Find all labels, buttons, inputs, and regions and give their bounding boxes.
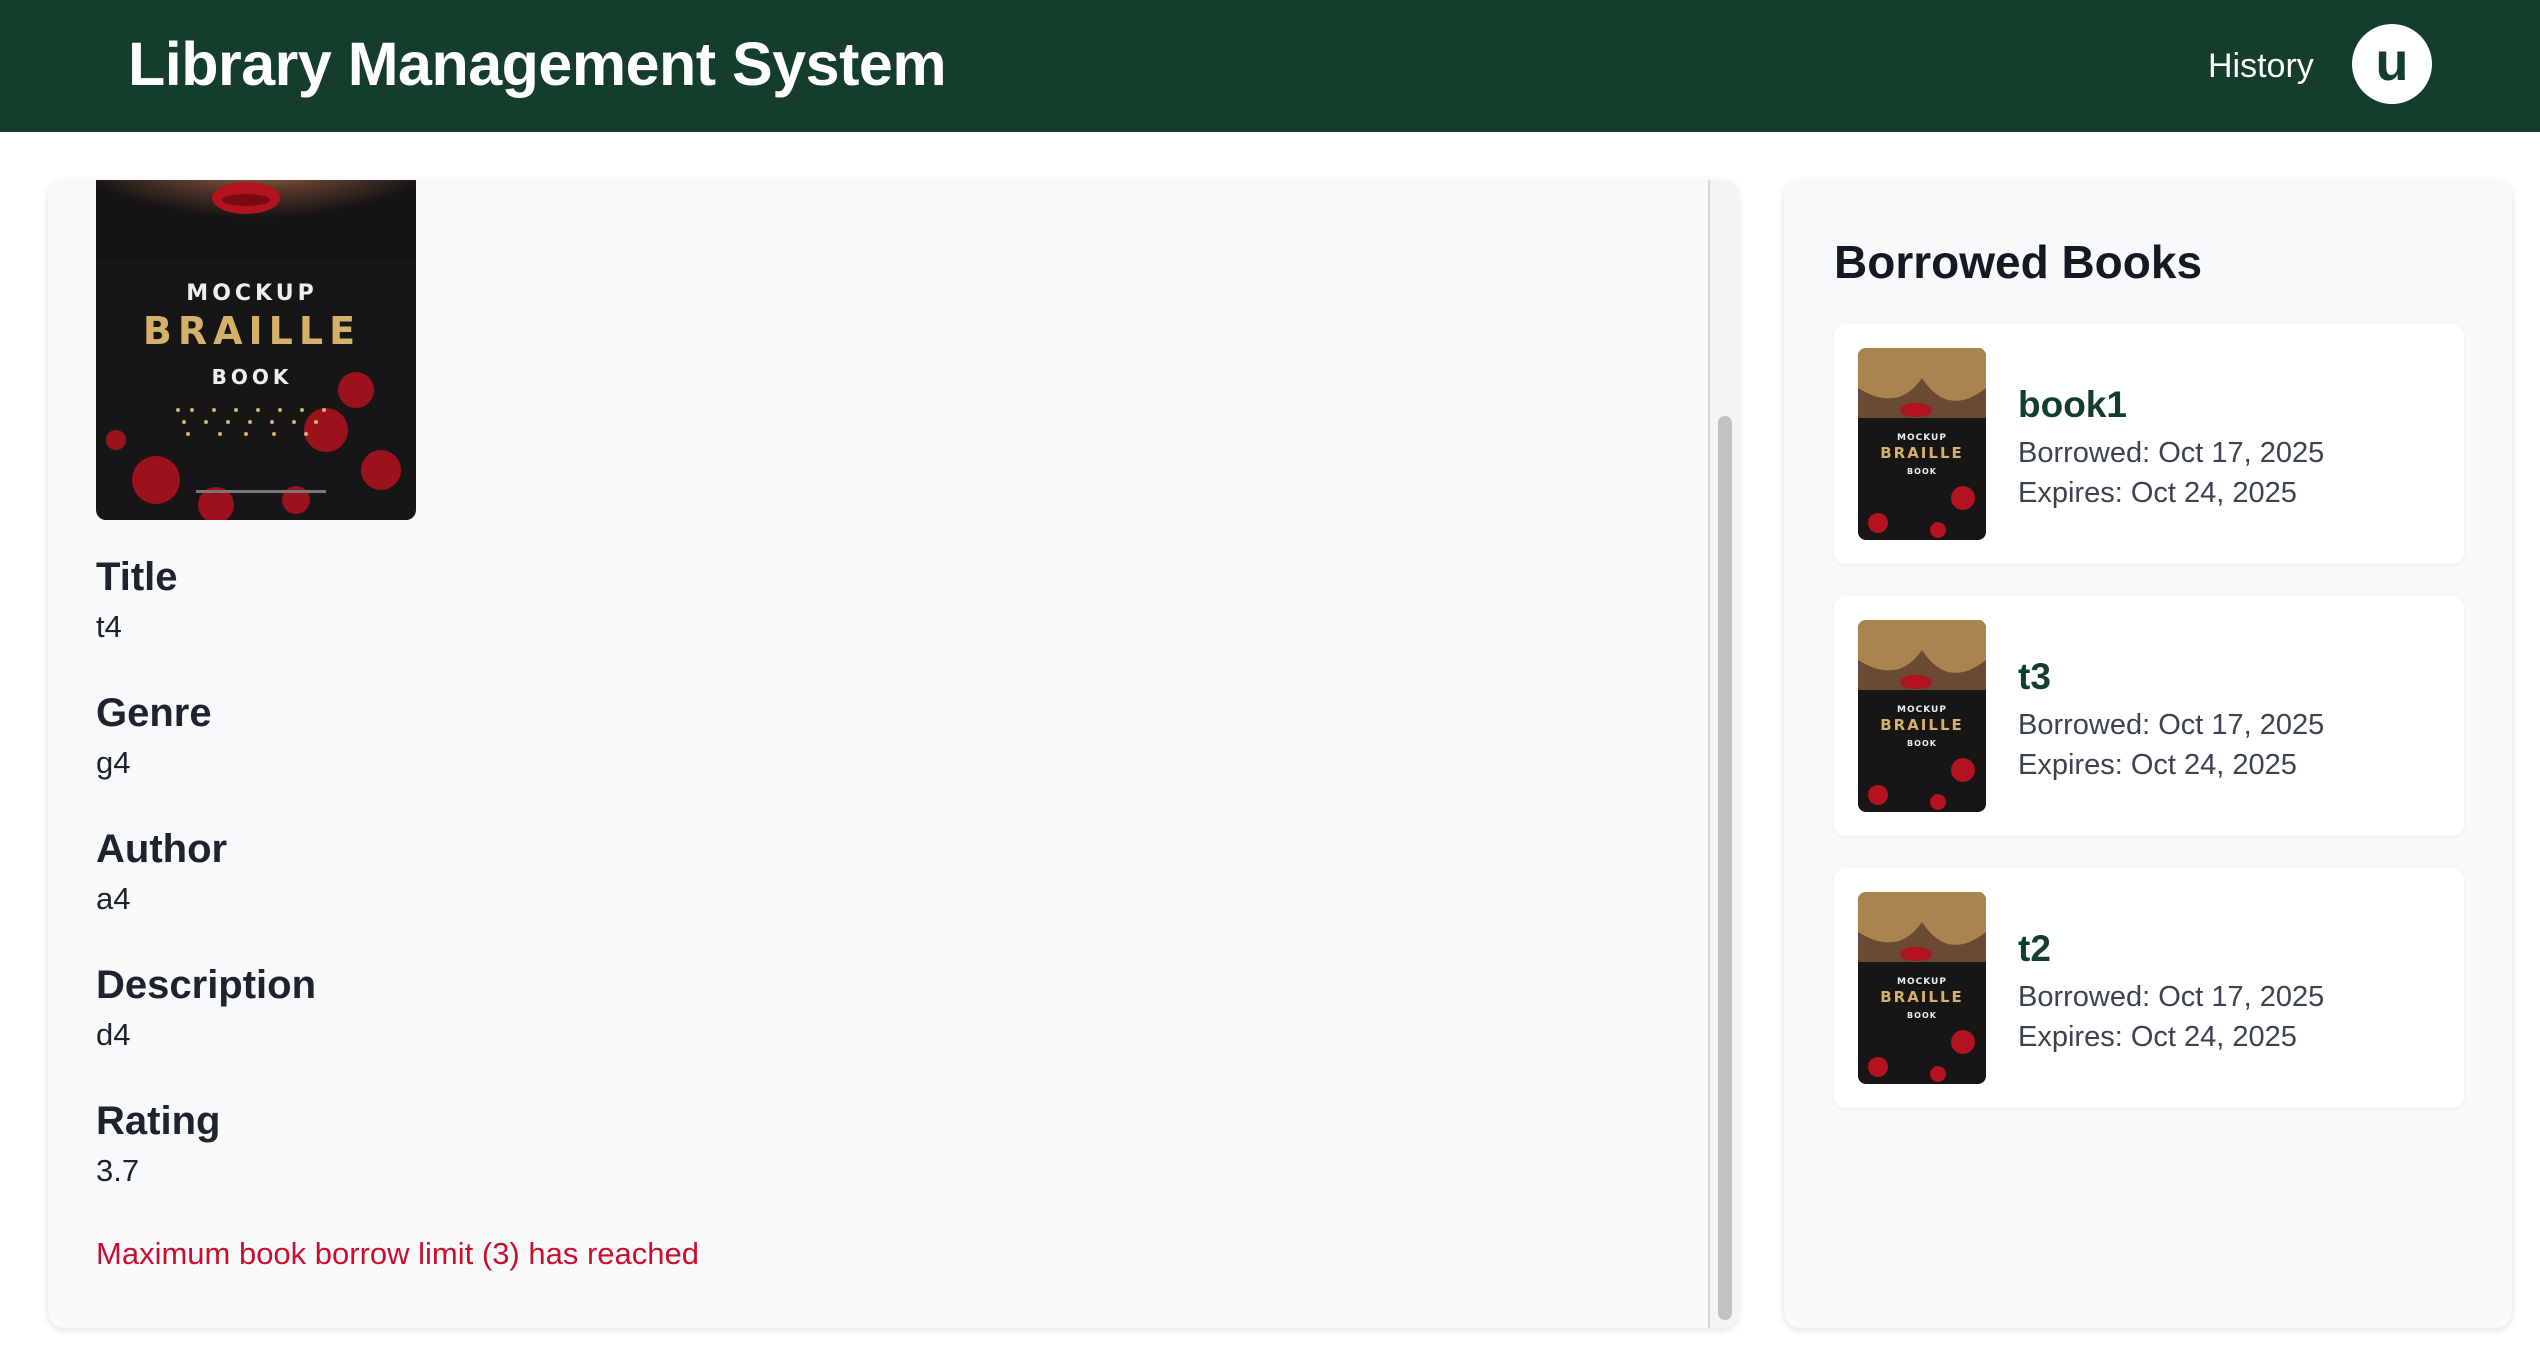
field-author: Author a4 xyxy=(96,824,227,920)
field-value: d4 xyxy=(96,1017,131,1052)
field-value: t4 xyxy=(96,609,122,644)
field-rating: Rating 3.7 xyxy=(96,1096,220,1192)
book-thumbnail: MOCKUP BRAILLE BOOK xyxy=(1858,348,1986,540)
user-avatar[interactable]: u xyxy=(2352,24,2432,104)
scrollbar-thumb[interactable] xyxy=(1718,416,1732,1320)
app-title: Library Management System xyxy=(128,30,947,98)
field-label: Genre xyxy=(96,691,212,735)
borrowed-book-title[interactable]: book1 xyxy=(2018,382,2127,428)
borrowed-book-title[interactable]: t3 xyxy=(2018,654,2051,700)
field-label: Author xyxy=(96,827,228,871)
book-detail-panel: MOCKUP BRAILLE BOOK Title t4 Genre g4 Au… xyxy=(48,180,1738,1328)
thumb-line1: MOCKUP xyxy=(1897,433,1947,443)
thumb-line2: BRAILLE xyxy=(1880,988,1964,1006)
thumb-line3: BOOK xyxy=(1907,1011,1937,1020)
book-thumbnail: MOCKUP BRAILLE BOOK xyxy=(1858,620,1986,812)
field-genre: Genre g4 xyxy=(96,688,212,784)
field-title: Title t4 xyxy=(96,552,178,648)
borrowed-book-card[interactable]: MOCKUP BRAILLE BOOK t3 Borrowed: Oct 17,… xyxy=(1834,596,2464,836)
field-value: a4 xyxy=(96,881,131,916)
field-label: Description xyxy=(96,963,317,1007)
thumb-line1: MOCKUP xyxy=(1897,977,1947,987)
field-label: Title xyxy=(96,555,178,599)
thumb-line3: BOOK xyxy=(1907,467,1937,476)
field-value: 3.7 xyxy=(96,1153,140,1188)
cover-line1: MOCKUP xyxy=(186,281,317,306)
thumb-line1: MOCKUP xyxy=(1897,705,1947,715)
borrowed-book-card[interactable]: MOCKUP BRAILLE BOOK t2 Borrowed: Oct 17,… xyxy=(1834,868,2464,1108)
borrowed-date: Borrowed: Oct 17, 2025 xyxy=(2018,437,2325,469)
borrowed-date: Borrowed: Oct 17, 2025 xyxy=(2018,709,2325,741)
expiry-date: Expires: Oct 24, 2025 xyxy=(2018,477,2297,509)
borrowed-books-heading: Borrowed Books xyxy=(1834,236,2203,288)
cover-line2: BRAILLE xyxy=(143,309,361,353)
expiry-date: Expires: Oct 24, 2025 xyxy=(2018,749,2297,781)
thumb-line3: BOOK xyxy=(1907,739,1937,748)
borrowed-date: Borrowed: Oct 17, 2025 xyxy=(2018,981,2325,1013)
borrowed-books-panel: Borrowed Books MOCKUP BRAILLE BOOK book1… xyxy=(1784,180,2512,1328)
borrowed-book-title[interactable]: t2 xyxy=(2018,926,2051,972)
history-link[interactable]: History xyxy=(2208,44,2314,88)
book-cover-image: MOCKUP BRAILLE BOOK xyxy=(96,180,416,520)
borrow-limit-error: Maximum book borrow limit (3) has reache… xyxy=(96,1236,699,1271)
field-description: Description d4 xyxy=(96,960,316,1056)
borrowed-book-card[interactable]: MOCKUP BRAILLE BOOK book1 Borrowed: Oct … xyxy=(1834,324,2464,564)
thumb-line2: BRAILLE xyxy=(1880,444,1964,462)
scrollbar-track[interactable] xyxy=(1708,180,1738,1328)
field-label: Rating xyxy=(96,1099,221,1143)
cover-line3: BOOK xyxy=(212,365,293,389)
book-thumbnail: MOCKUP BRAILLE BOOK xyxy=(1858,892,1986,1084)
field-value: g4 xyxy=(96,745,131,780)
thumb-line2: BRAILLE xyxy=(1880,716,1964,734)
expiry-date: Expires: Oct 24, 2025 xyxy=(2018,1021,2297,1053)
top-navbar: Library Management System History u xyxy=(0,0,2540,132)
